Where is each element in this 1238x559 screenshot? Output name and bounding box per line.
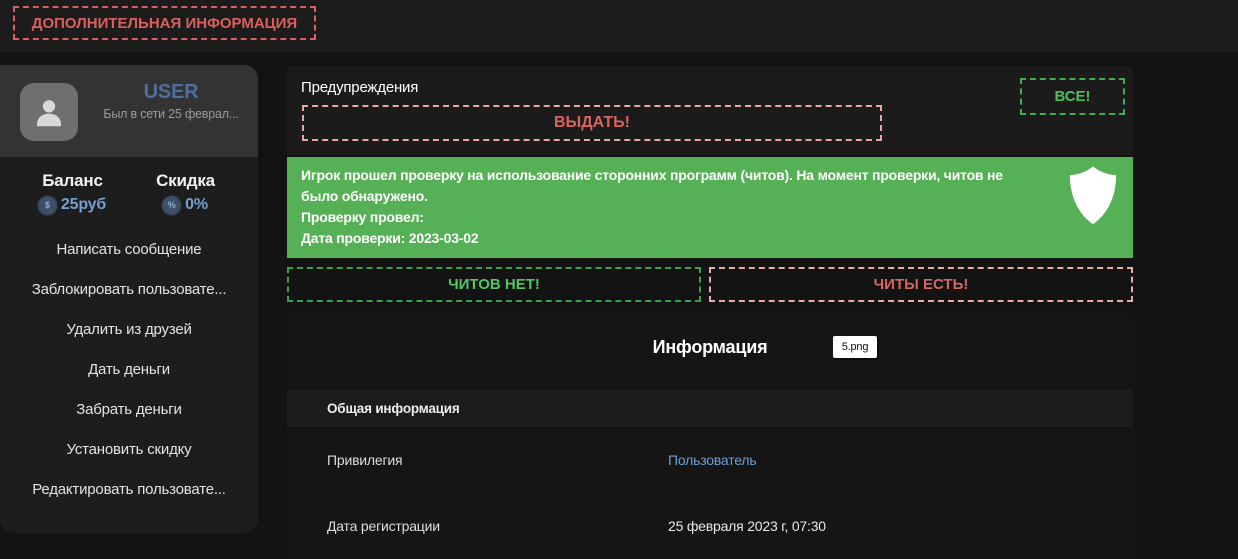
cheat-check-banner: Игрок прошел проверку на использование с… [287,157,1133,258]
user-avatar [20,83,78,141]
user-sidebar: USER Был в сети 25 феврал... Баланс $ 25… [0,65,258,533]
no-cheats-button[interactable]: ЧИТОВ НЕТ! [287,267,701,302]
coin-badge-icon: $ [39,197,56,214]
has-cheats-button[interactable]: ЧИТЫ ЕСТЬ! [709,267,1133,302]
percent-badge-icon: % [163,197,180,214]
sidebar-item-give-money[interactable]: Дать деньги [0,350,258,390]
attachment-chip[interactable]: 5.png [833,336,877,358]
info-title: Информация [287,337,1133,358]
check-message: Игрок прошел проверку на использование с… [301,165,1013,207]
all-warnings-button[interactable]: ВСЕ! [1020,78,1125,115]
discount-column: Скидка % 0% [129,171,242,214]
general-info-label: Общая информация [327,390,460,427]
person-icon [31,94,67,130]
balance-value: $ 25руб [16,196,129,214]
balance-section: Баланс $ 25руб Скидка % 0% [0,157,258,214]
checked-by-label: Проверку провел: [301,207,1013,228]
sidebar-item-send-message[interactable]: Написать сообщение [0,230,258,270]
check-date-label: Дата проверки: [301,230,405,246]
sidebar-item-edit-user[interactable]: Редактировать пользовате... [0,470,258,510]
balance-column: Баланс $ 25руб [16,171,129,214]
discount-value: % 0% [129,196,242,214]
sidebar-item-block-user[interactable]: Заблокировать пользовате... [0,270,258,310]
balance-label: Баланс [16,171,129,191]
sidebar-item-set-discount[interactable]: Установить скидку [0,430,258,470]
general-info-header: Общая информация [287,390,1133,427]
sidebar-menu: Написать сообщение Заблокировать пользов… [0,230,258,510]
sidebar-item-remove-friend[interactable]: Удалить из друзей [0,310,258,350]
check-date-value: 2023-03-02 [409,230,479,246]
check-date-line: Дата проверки: 2023-03-02 [301,228,1013,249]
registration-date-label: Дата регистрации [327,518,440,534]
info-panel: Информация 5.png Общая информация Привил… [287,316,1133,559]
username: USER [92,81,250,104]
sidebar-item-take-money[interactable]: Забрать деньги [0,390,258,430]
user-card-header: USER Был в сети 25 феврал... [0,65,258,157]
last-seen-text: Был в сети 25 феврал... [92,107,250,121]
shield-icon [1065,164,1121,228]
discount-amount: 0% [185,196,208,214]
balance-amount: 25руб [61,196,106,214]
warnings-panel: Предупреждения ВСЕ! ВЫДАТЬ! [287,66,1133,155]
registration-date-value: 25 февраля 2023 г, 07:30 [668,518,826,534]
privilege-label: Привилегия [327,452,402,468]
user-identity: USER Был в сети 25 феврал... [92,81,250,121]
table-row: Дата регистрации 25 февраля 2023 г, 07:3… [287,492,1133,559]
issue-warning-button[interactable]: ВЫДАТЬ! [302,105,882,141]
warnings-title: Предупреждения [301,79,418,96]
discount-label: Скидка [129,171,242,191]
topbar: ДОПОЛНИТЕЛЬНАЯ ИНФОРМАЦИЯ [0,0,1238,52]
privilege-value-link[interactable]: Пользователь [668,452,756,468]
additional-info-button[interactable]: ДОПОЛНИТЕЛЬНАЯ ИНФОРМАЦИЯ [13,6,316,40]
table-row: Привилегия Пользователь [287,427,1133,492]
